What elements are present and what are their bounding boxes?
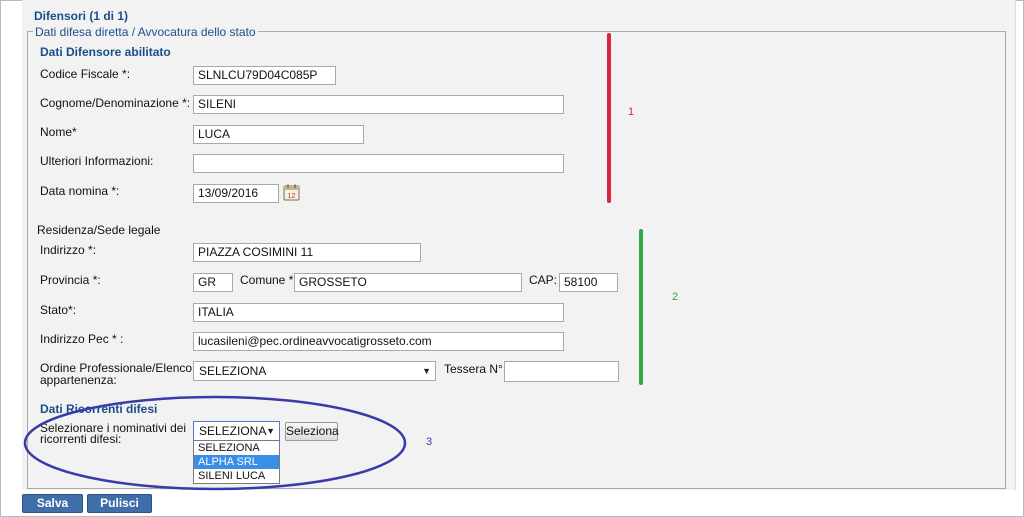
fieldset-legend: Dati difesa diretta / Avvocatura dello s…: [33, 25, 258, 39]
annotation-label-2: 2: [672, 291, 679, 303]
ordine-select-value: SELEZIONA: [199, 364, 267, 378]
tessera-label: Tessera N°:: [444, 362, 507, 376]
annotation-ellipse-3: [23, 395, 407, 491]
ordine-label-line2: appartenenza:: [40, 373, 117, 387]
ulteriori-label: Ulteriori Informazioni:: [40, 154, 154, 168]
cognome-field[interactable]: SILENI: [193, 95, 564, 114]
comune-label: Comune *:: [240, 273, 297, 287]
cap-label: CAP:: [529, 273, 558, 287]
annotation-label-1: 1: [628, 106, 635, 118]
tessera-field[interactable]: [504, 361, 619, 382]
provincia-field[interactable]: GR: [193, 273, 233, 292]
cap-field[interactable]: 58100: [559, 273, 618, 292]
chevron-down-icon: ▼: [422, 366, 431, 376]
provincia-label: Provincia *:: [40, 273, 101, 287]
annotation-bar-2: [639, 229, 643, 385]
nome-label: Nome*: [40, 125, 77, 139]
calendar-icon-day: 12: [288, 193, 296, 200]
residenza-heading: Residenza/Sede legale: [37, 223, 161, 237]
stato-label: Stato*:: [40, 303, 77, 317]
data-nomina-label: Data nomina *:: [40, 184, 120, 198]
codice-fiscale-label: Codice Fiscale *:: [40, 67, 131, 81]
indirizzo-field[interactable]: PIAZZA COSIMINI 11: [193, 243, 421, 262]
nome-field[interactable]: LUCA: [193, 125, 364, 144]
indirizzo-label: Indirizzo *:: [40, 243, 97, 257]
data-nomina-field[interactable]: 13/09/2016: [193, 184, 279, 203]
calendar-icon[interactable]: 12: [283, 184, 300, 201]
stato-field[interactable]: ITALIA: [193, 303, 564, 322]
pec-label: Indirizzo Pec * :: [40, 332, 124, 346]
ordine-select[interactable]: SELEZIONA ▼: [193, 361, 436, 381]
difensore-heading: Dati Difensore abilitato: [40, 45, 171, 59]
pec-field[interactable]: lucasileni@pec.ordineavvocatigrosseto.co…: [193, 332, 564, 351]
comune-field[interactable]: GROSSETO: [294, 273, 522, 292]
cognome-label: Cognome/Denominazione *:: [40, 96, 191, 110]
annotation-label-3: 3: [426, 436, 433, 448]
page-title: Difensori (1 di 1): [34, 9, 129, 23]
annotation-bar-1: [607, 33, 611, 203]
ulteriori-field[interactable]: [193, 154, 564, 173]
codice-fiscale-field[interactable]: SLNLCU79D04C085P: [193, 66, 336, 85]
